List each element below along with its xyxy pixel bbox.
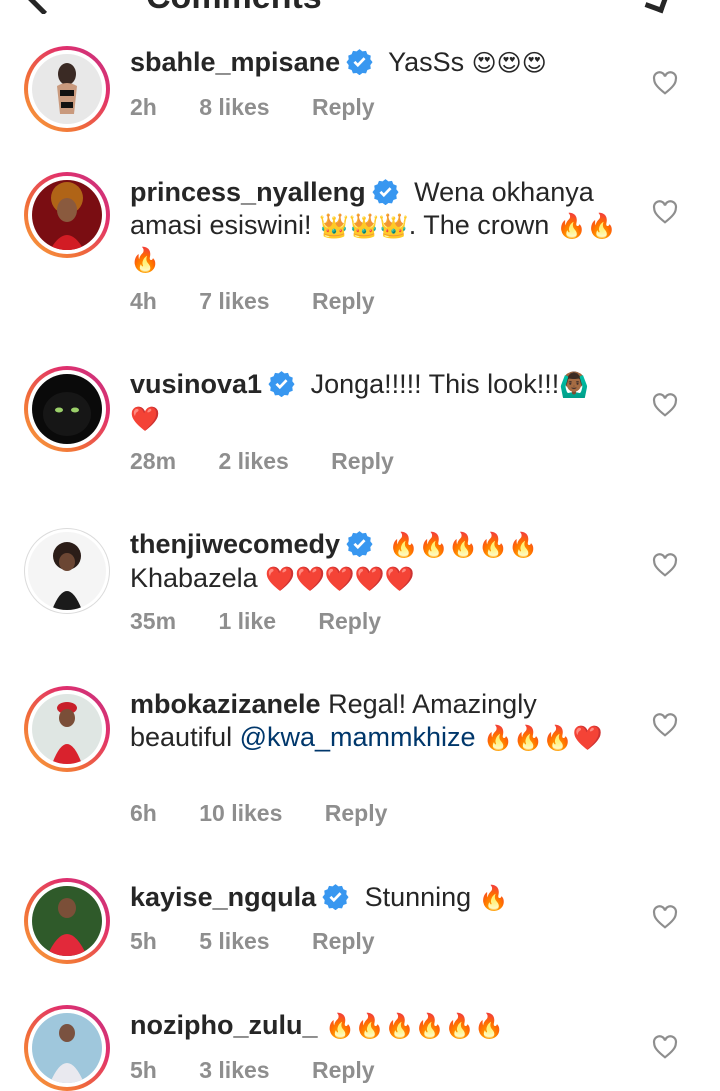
header-bar: Comments [0, 0, 720, 14]
comment-time: 35m [130, 608, 177, 634]
back-arrow-icon[interactable] [21, 0, 66, 14]
avatar[interactable] [24, 528, 110, 614]
comment-text: princess_nyalleng Wena okhanya amasi esi… [130, 176, 618, 277]
mention-link[interactable]: @kwa_mammkhize [240, 722, 476, 752]
comment-likes[interactable]: 1 like [218, 608, 276, 634]
like-heart-icon[interactable] [652, 200, 678, 224]
avatar-image [32, 1013, 102, 1083]
like-heart-icon[interactable] [652, 553, 678, 577]
comment-meta: 4h 7 likes Reply [130, 288, 411, 315]
comment-time: 2h [130, 94, 157, 120]
reply-button[interactable]: Reply [312, 928, 375, 954]
comment-likes[interactable]: 10 likes [199, 800, 282, 826]
comment-likes[interactable]: 3 likes [199, 1057, 269, 1083]
comment-text: mbokazizanele Regal! Amazingly beautiful… [130, 688, 618, 755]
verified-badge-icon [346, 531, 373, 557]
comment-meta: 28m 2 likes Reply [130, 448, 430, 475]
avatar[interactable] [24, 46, 110, 132]
comment-body: Jonga!!!!! This look!!! [310, 369, 560, 399]
comment-emojis: 🔥🔥🔥❤️ [483, 725, 603, 752]
verified-badge-icon [346, 49, 373, 75]
comment-emojis: ❤️❤️❤️❤️❤️ [265, 566, 415, 593]
comment-text: nozipho_zulu_ 🔥🔥🔥🔥🔥🔥 [130, 1009, 618, 1043]
comment-emojis: 🔥 [478, 885, 509, 912]
avatar[interactable] [24, 172, 110, 258]
comment-username[interactable]: kayise_ngqula [130, 882, 316, 912]
reply-button[interactable]: Reply [312, 1057, 375, 1083]
comment-username[interactable]: mbokazizanele [130, 689, 321, 719]
avatar-image [32, 694, 102, 764]
verified-badge-icon [322, 884, 349, 910]
comment-time: 6h [130, 800, 157, 826]
like-heart-icon[interactable] [652, 713, 678, 737]
comment-username[interactable]: nozipho_zulu_ [130, 1010, 317, 1040]
avatar-image [32, 374, 102, 444]
page-title: Comments [146, 0, 322, 14]
reply-button[interactable]: Reply [318, 608, 381, 634]
comment-username[interactable]: princess_nyalleng [130, 177, 366, 207]
comment-text: thenjiwecomedy 🔥🔥🔥🔥🔥 Khabazela ❤️❤️❤️❤️❤… [130, 528, 618, 596]
comment-text: vusinova1 Jonga!!!!! This look!!!🙆🏾‍♂️❤️ [130, 368, 618, 436]
like-heart-icon[interactable] [652, 1035, 678, 1059]
comment-emojis: 🔥🔥🔥🔥🔥 [388, 532, 538, 559]
verified-badge-icon [372, 179, 399, 205]
reply-button[interactable]: Reply [312, 288, 375, 314]
like-heart-icon[interactable] [652, 905, 678, 929]
reply-button[interactable]: Reply [312, 94, 375, 120]
share-icon[interactable] [644, 0, 673, 14]
comment-emojis: 😍😍😍 [471, 50, 547, 77]
comment-meta: 5h 5 likes Reply [130, 928, 411, 955]
comment-emojis: 🔥🔥🔥🔥🔥🔥 [325, 1013, 505, 1040]
comment-body: YasSs [388, 47, 465, 77]
comment-text: sbahle_mpisane YasSs 😍😍😍 [130, 46, 618, 80]
comment-username[interactable]: vusinova1 [130, 369, 262, 399]
comment-meta: 5h 3 likes Reply [130, 1057, 411, 1084]
avatar[interactable] [24, 1005, 110, 1091]
avatar[interactable] [24, 686, 110, 772]
comment-likes[interactable]: 7 likes [199, 288, 269, 314]
comment-time: 5h [130, 928, 157, 954]
avatar-image [28, 532, 106, 610]
comment-time: 28m [130, 448, 177, 474]
avatar[interactable] [24, 878, 110, 964]
comment-likes[interactable]: 5 likes [199, 928, 269, 954]
verified-badge-icon [268, 371, 295, 397]
comment-meta: 2h 8 likes Reply [130, 94, 411, 121]
comment-body: Khabazela [130, 563, 266, 593]
comment-meta: 35m 1 like Reply [130, 608, 417, 635]
avatar[interactable] [24, 366, 110, 452]
comment-time: 4h [130, 288, 157, 314]
comment-body-continued: . The crown [408, 210, 557, 240]
comment-text: kayise_ngqula Stunning 🔥 [130, 881, 618, 915]
reply-button[interactable]: Reply [325, 800, 388, 826]
avatar-image [32, 886, 102, 956]
like-heart-icon[interactable] [652, 71, 678, 95]
comment-body: Stunning [364, 882, 479, 912]
comment-username[interactable]: sbahle_mpisane [130, 47, 340, 77]
avatar-image [32, 54, 102, 124]
comment-username[interactable]: thenjiwecomedy [130, 529, 340, 559]
reply-button[interactable]: Reply [331, 448, 394, 474]
like-heart-icon[interactable] [652, 393, 678, 417]
comment-likes[interactable]: 8 likes [199, 94, 269, 120]
comment-emojis: 👑👑👑 [319, 213, 409, 240]
avatar-image [32, 180, 102, 250]
comment-meta: 6h 10 likes Reply [130, 800, 423, 827]
comment-time: 5h [130, 1057, 157, 1083]
comment-likes[interactable]: 2 likes [218, 448, 288, 474]
